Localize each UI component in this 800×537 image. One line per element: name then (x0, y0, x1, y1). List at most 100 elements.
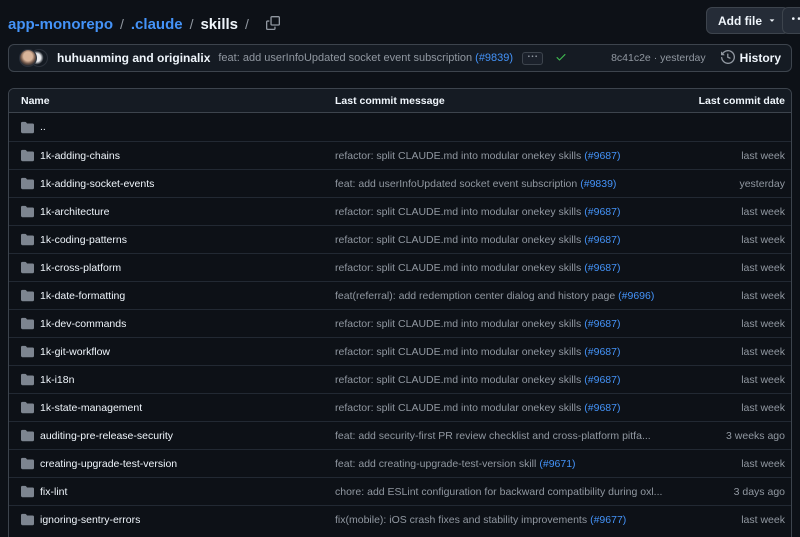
file-name-link[interactable]: 1k-state-management (40, 402, 142, 414)
history-icon (721, 50, 735, 67)
commit-author-link[interactable]: huhuanming (57, 51, 129, 65)
folder-icon (21, 373, 34, 386)
table-row: 1k-architecture refactor: split CLAUDE.m… (9, 197, 791, 225)
file-name-link[interactable]: 1k-coding-patterns (40, 234, 127, 246)
folder-icon (21, 457, 34, 470)
row-pr-link[interactable]: (#9687) (584, 234, 620, 246)
file-name-link[interactable]: 1k-i18n (40, 374, 74, 386)
row-commit-message-link[interactable]: chore: add ESLint configuration for back… (335, 486, 662, 498)
folder-icon (21, 317, 34, 330)
table-row: auditing-pre-release-security feat: add … (9, 421, 791, 449)
row-commit-message-link[interactable]: refactor: split CLAUDE.md into modular o… (335, 402, 581, 414)
folder-icon (21, 345, 34, 358)
table-row: 1k-i18n refactor: split CLAUDE.md into m… (9, 365, 791, 393)
history-label: History (740, 51, 781, 65)
row-commit-message-link[interactable]: refactor: split CLAUDE.md into modular o… (335, 346, 581, 358)
file-name-link[interactable]: 1k-adding-socket-events (40, 178, 154, 190)
row-pr-link[interactable]: (#9687) (584, 318, 620, 330)
copy-path-button[interactable] (262, 13, 284, 35)
row-pr-link[interactable]: (#9696) (618, 290, 654, 302)
table-row: 1k-date-formatting feat(referral): add r… (9, 281, 791, 309)
triangle-down-icon (767, 14, 777, 28)
breadcrumb: app-monorepo / .claude / skills / (8, 13, 284, 35)
commit-avatars[interactable] (19, 49, 48, 67)
file-name-link[interactable]: 1k-architecture (40, 206, 109, 218)
row-pr-link[interactable]: (#9687) (584, 206, 620, 218)
breadcrumb-repo-link[interactable]: app-monorepo (8, 16, 113, 33)
row-commit-message-link[interactable]: feat(referral): add redemption center di… (335, 290, 615, 302)
row-pr-link[interactable]: (#9687) (584, 374, 620, 386)
breadcrumb-current: skills (200, 16, 238, 33)
folder-icon (21, 121, 34, 134)
history-link[interactable]: History (721, 50, 781, 67)
folder-icon (21, 233, 34, 246)
checks-status-button[interactable] (555, 51, 567, 66)
row-commit-message-link[interactable]: feat: add userInfoUpdated socket event s… (335, 178, 577, 190)
row-commit-date: last week (671, 402, 791, 414)
commit-description-toggle[interactable] (522, 52, 543, 65)
row-commit-date: last week (671, 514, 791, 526)
row-pr-link[interactable]: (#9677) (590, 514, 626, 526)
commit-author-link[interactable]: originalix (157, 51, 210, 65)
commit-authors-conjunction: and (132, 51, 153, 65)
table-row: 1k-coding-patterns refactor: split CLAUD… (9, 225, 791, 253)
row-commit-date: 3 weeks ago (671, 430, 791, 442)
file-name-link[interactable]: ignoring-sentry-errors (40, 514, 140, 526)
row-pr-link[interactable]: (#9687) (584, 402, 620, 414)
more-options-button[interactable] (782, 7, 800, 34)
file-name-link[interactable]: 1k-cross-platform (40, 262, 121, 274)
row-pr-link[interactable]: (#9687) (584, 262, 620, 274)
commit-message-link[interactable]: feat: add userInfoUpdated socket event s… (218, 52, 472, 64)
row-pr-link[interactable]: (#9687) (584, 150, 620, 162)
column-header-message: Last commit message (335, 95, 671, 107)
file-name-link[interactable]: creating-upgrade-test-version (40, 458, 177, 470)
breadcrumb-separator: / (190, 16, 194, 32)
top-bar: app-monorepo / .claude / skills / (8, 10, 800, 38)
row-commit-message-link[interactable]: refactor: split CLAUDE.md into modular o… (335, 150, 581, 162)
file-name-link[interactable]: 1k-adding-chains (40, 150, 120, 162)
row-commit-date: last week (671, 150, 791, 162)
row-commit-message-link[interactable]: refactor: split CLAUDE.md into modular o… (335, 234, 581, 246)
row-commit-date: last week (671, 234, 791, 246)
commit-hash-link[interactable]: 8c41c2e (611, 52, 651, 64)
row-commit-message-link[interactable]: refactor: split CLAUDE.md into modular o… (335, 262, 581, 274)
file-name-link[interactable]: 1k-date-formatting (40, 290, 125, 302)
table-row: .. (9, 113, 791, 141)
row-pr-link[interactable]: (#9687) (584, 346, 620, 358)
folder-icon (21, 513, 34, 526)
table-row: 1k-dev-commands refactor: split CLAUDE.m… (9, 309, 791, 337)
folder-icon (21, 177, 34, 190)
commit-pr-link[interactable]: (#9839) (475, 52, 513, 64)
folder-icon (21, 289, 34, 302)
file-name-link[interactable]: 1k-dev-commands (40, 318, 126, 330)
check-icon (555, 51, 567, 66)
commit-description-icon (528, 52, 537, 64)
file-name-link[interactable]: auditing-pre-release-security (40, 430, 173, 442)
file-name-link[interactable]: fix-lint (40, 486, 67, 498)
row-commit-date: last week (671, 262, 791, 274)
row-commit-date: 3 days ago (671, 486, 791, 498)
row-commit-message-link[interactable]: refactor: split CLAUDE.md into modular o… (335, 206, 581, 218)
row-commit-message-link[interactable]: refactor: split CLAUDE.md into modular o… (335, 374, 581, 386)
breadcrumb-separator: / (245, 16, 249, 32)
row-commit-date: last week (671, 346, 791, 358)
table-row: 1k-adding-chains refactor: split CLAUDE.… (9, 141, 791, 169)
row-commit-message-link[interactable]: refactor: split CLAUDE.md into modular o… (335, 318, 581, 330)
row-commit-message-link[interactable]: fix(mobile): iOS crash fixes and stabili… (335, 514, 587, 526)
row-pr-link[interactable]: (#9671) (539, 458, 575, 470)
row-commit-date: last week (671, 206, 791, 218)
row-commit-message-link[interactable]: feat: add security-first PR review check… (335, 430, 651, 442)
avatar[interactable] (19, 49, 37, 67)
folder-icon (21, 485, 34, 498)
file-name-link[interactable]: 1k-git-workflow (40, 346, 110, 358)
row-pr-link[interactable]: (#9839) (580, 178, 616, 190)
breadcrumb-parent-link[interactable]: .claude (131, 16, 183, 33)
folder-icon (21, 261, 34, 274)
add-file-button[interactable]: Add file (706, 7, 789, 34)
row-commit-date: last week (671, 374, 791, 386)
commit-time: yesterday (660, 52, 706, 64)
copy-path-icon (266, 16, 280, 33)
file-name-link[interactable]: .. (40, 121, 46, 133)
row-commit-message-link[interactable]: feat: add creating-upgrade-test-version … (335, 458, 536, 470)
table-row: 1k-cross-platform refactor: split CLAUDE… (9, 253, 791, 281)
